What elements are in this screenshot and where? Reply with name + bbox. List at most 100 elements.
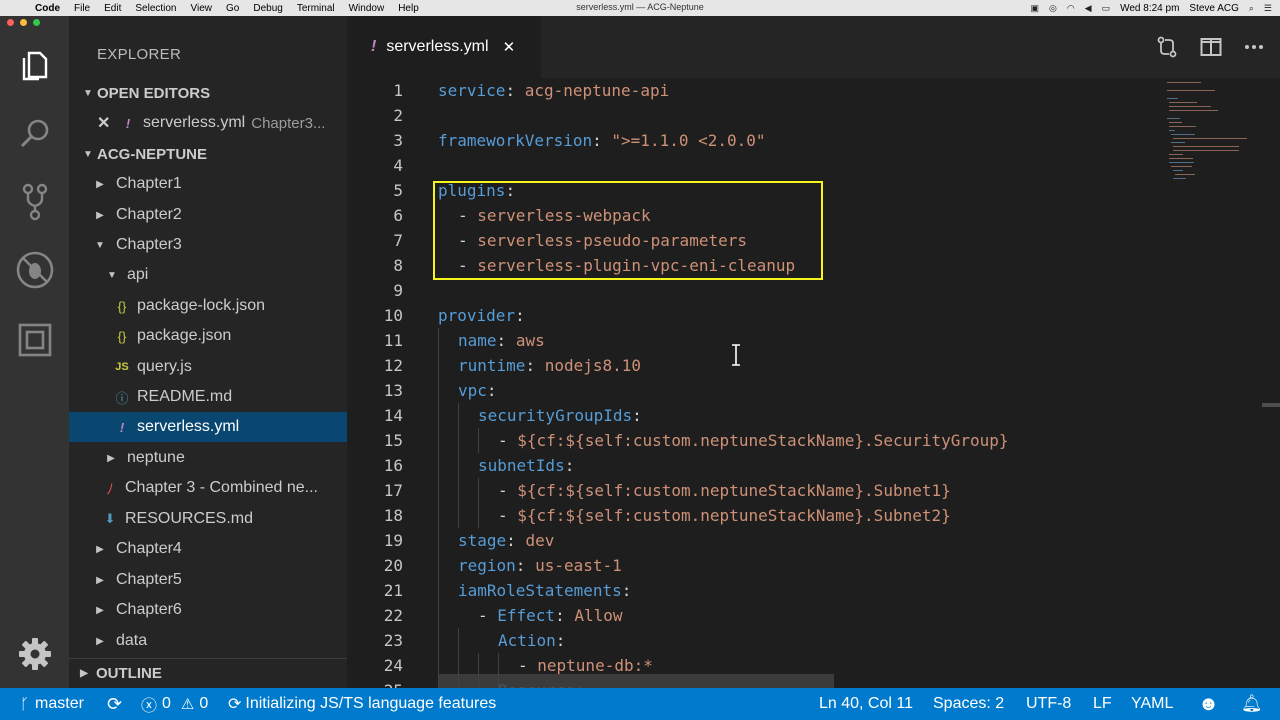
debug-activity-button[interactable] — [0, 244, 69, 296]
code-line[interactable]: 19 stage: dev — [347, 528, 1167, 553]
code-line[interactable]: 2 — [347, 103, 1167, 128]
cursor-position[interactable]: Ln 40, Col 11 — [819, 688, 913, 720]
sync-button[interactable]: ⟳ — [107, 688, 122, 720]
yaml-key: service — [438, 81, 506, 100]
menu-selection[interactable]: Selection — [128, 3, 183, 14]
tree-item-label: query.js — [137, 358, 192, 375]
open-editors-section-header[interactable]: ▼ OPEN EDITORS — [69, 78, 347, 108]
menu-terminal[interactable]: Terminal — [290, 3, 342, 14]
tree-folder-api[interactable]: ▼ api — [69, 260, 347, 290]
source-control-activity-button[interactable] — [0, 176, 69, 228]
activity-bar — [0, 16, 69, 688]
tree-file-resources-md[interactable]: ⬇ RESOURCES.md — [69, 504, 347, 534]
code-line[interactable]: 1 service: acg-neptune-api — [347, 78, 1167, 103]
tree-folder-neptune[interactable]: ▶ neptune — [69, 443, 347, 473]
language-task-status[interactable]: ⟳ Initializing JS/TS language features — [228, 688, 496, 720]
eol-setting[interactable]: LF — [1093, 688, 1112, 720]
feedback-button[interactable]: ☻ — [1198, 688, 1219, 720]
problems-indicator[interactable]: ⓧ 0 ⚠ 0 — [141, 688, 208, 720]
zoom-window-button[interactable] — [33, 19, 40, 26]
code-line[interactable]: 16 subnetIds: — [347, 453, 1167, 478]
tree-file-query-js[interactable]: JS query.js — [69, 352, 347, 382]
split-editor-icon[interactable] — [1200, 37, 1222, 57]
search-activity-button[interactable] — [0, 108, 69, 160]
notification-center-icon[interactable]: ☰ — [1264, 3, 1272, 14]
code-line[interactable]: 14 securityGroupIds: — [347, 403, 1167, 428]
code-line[interactable]: 12 runtime: nodejs8.10 — [347, 353, 1167, 378]
colon: : — [515, 556, 526, 575]
code-line[interactable]: 11 name: aws — [347, 328, 1167, 353]
manage-settings-button[interactable] — [0, 628, 69, 680]
camera-icon[interactable]: ▣ — [1030, 3, 1039, 14]
code-line[interactable]: 17 - ${cf:${self:custom.neptuneStackName}… — [347, 478, 1167, 503]
outline-section-header[interactable]: ▶ OUTLINE — [69, 658, 347, 688]
code-line[interactable]: 20 region: us-east-1 — [347, 553, 1167, 578]
menubar-clock[interactable]: Wed 8:24 pm — [1120, 3, 1179, 14]
minimap[interactable] — [1165, 78, 1280, 688]
open-editor-item[interactable]: ✕ ! serverless.yml Chapter3... — [69, 108, 347, 138]
extensions-activity-button[interactable] — [0, 314, 69, 366]
vertical-scrollbar-thumb[interactable] — [1262, 403, 1280, 407]
menu-go[interactable]: Go — [219, 3, 246, 14]
code-line[interactable]: 22 - Effect: Allow — [347, 603, 1167, 628]
code-editor[interactable]: 1 service: acg-neptune-api 2 3 frameworkVers… — [347, 78, 1280, 688]
tree-folder-chapter1[interactable]: ▶ Chapter1 — [69, 169, 347, 199]
menu-app-name[interactable]: Code — [28, 3, 67, 14]
close-window-button[interactable] — [7, 19, 14, 26]
debug-icon — [16, 251, 53, 289]
menubar-user[interactable]: Steve ACG — [1189, 3, 1238, 14]
tree-folder-chapter6[interactable]: ▶ Chapter6 — [69, 595, 347, 625]
tree-file-package-lock-json[interactable]: {} package-lock.json — [69, 291, 347, 321]
code-line[interactable]: 21 iamRoleStatements: — [347, 578, 1167, 603]
close-icon[interactable]: ✕ — [97, 113, 113, 133]
workspace-section-header[interactable]: ▼ ACG-NEPTUNE — [69, 139, 347, 169]
open-changes-icon[interactable] — [1156, 36, 1178, 58]
code-line[interactable]: 9 — [347, 278, 1167, 303]
tree-file-chapter3-pdf[interactable]: ﾉ Chapter 3 - Combined ne... — [69, 473, 347, 503]
line-number: 11 — [383, 331, 403, 350]
menu-window[interactable]: Window — [342, 3, 392, 14]
tab-serverless-yml[interactable]: ! serverless.yml ✕ — [347, 16, 541, 78]
tree-file-readme-md[interactable]: ⓘ README.md — [69, 382, 347, 412]
code-line[interactable]: 15 - ${cf:${self:custom.neptuneStackName}… — [347, 428, 1167, 453]
sync-icon[interactable]: ◎ — [1049, 3, 1057, 14]
explorer-activity-button[interactable] — [0, 40, 69, 92]
tree-folder-chapter3[interactable]: ▼ Chapter3 — [69, 230, 347, 260]
battery-icon[interactable]: ▭ — [1102, 3, 1111, 14]
chevron-down-icon: ▼ — [107, 269, 117, 281]
chevron-right-icon: ▶ — [96, 543, 104, 555]
code-line[interactable]: 10 provider: — [347, 303, 1167, 328]
yaml-key: region — [458, 556, 516, 575]
code-line[interactable]: 3 frameworkVersion: ">=1.1.0 <2.0.0" — [347, 128, 1167, 153]
menu-edit[interactable]: Edit — [97, 3, 128, 14]
tree-folder-data[interactable]: ▶ data — [69, 626, 347, 656]
tree-file-serverless-yml[interactable]: ! serverless.yml — [69, 412, 347, 442]
horizontal-scrollbar-thumb[interactable] — [438, 674, 834, 688]
tree-folder-chapter4[interactable]: ▶ Chapter4 — [69, 534, 347, 564]
close-icon[interactable]: ✕ — [503, 38, 516, 56]
tree-folder-chapter5[interactable]: ▶ Chapter5 — [69, 565, 347, 595]
language-mode[interactable]: YAML — [1131, 688, 1173, 720]
branch-indicator[interactable]: ᚴ master — [20, 688, 84, 720]
more-actions-icon[interactable] — [1244, 44, 1264, 50]
wifi-icon[interactable]: ◠ — [1067, 3, 1075, 14]
code-line[interactable]: 18 - ${cf:${self:custom.neptuneStackName}… — [347, 503, 1167, 528]
indentation-setting[interactable]: Spaces: 2 — [933, 688, 1004, 720]
code-line[interactable]: 4 — [347, 153, 1167, 178]
menu-debug[interactable]: Debug — [246, 3, 289, 14]
volume-icon[interactable]: ◀ — [1085, 3, 1092, 14]
menu-help[interactable]: Help — [391, 3, 426, 14]
tree-file-package-json[interactable]: {} package.json — [69, 321, 347, 351]
menu-file[interactable]: File — [67, 3, 97, 14]
colon: : — [506, 531, 516, 550]
menu-view[interactable]: View — [184, 3, 220, 14]
code-line[interactable]: 23 Action: — [347, 628, 1167, 653]
minimize-window-button[interactable] — [20, 19, 27, 26]
encoding-setting[interactable]: UTF-8 — [1026, 688, 1071, 720]
code-line[interactable]: 13 vpc: — [347, 378, 1167, 403]
minimap-line — [1167, 118, 1180, 119]
spotlight-search-icon[interactable]: ⌕ — [1249, 3, 1254, 14]
tree-folder-chapter2[interactable]: ▶ Chapter2 — [69, 200, 347, 230]
notifications-button[interactable]: 🔔︎ — [1241, 688, 1263, 720]
